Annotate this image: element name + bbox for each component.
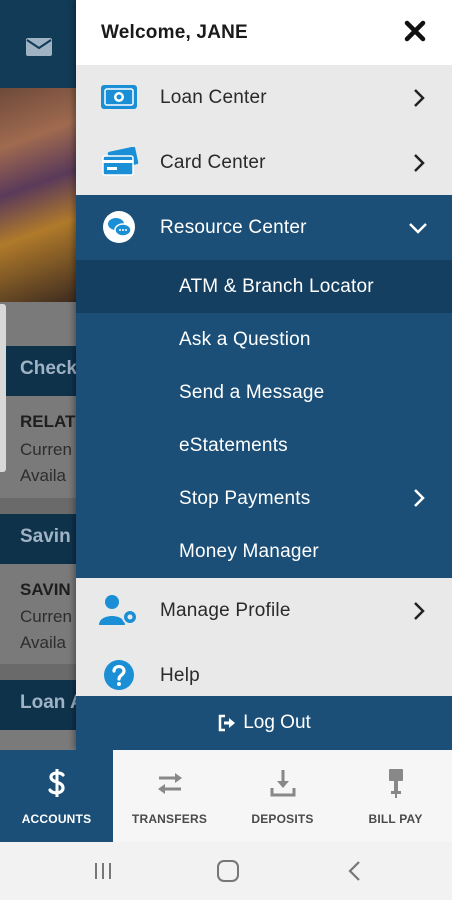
submenu-item-stop-payments[interactable]: Stop Payments	[76, 472, 452, 525]
logout-icon	[218, 714, 236, 732]
chevron-right-icon	[414, 154, 425, 172]
chevron-down-icon	[409, 223, 427, 234]
current-balance-label: Curren	[20, 440, 72, 459]
menu-item-label: Card Center	[160, 151, 266, 173]
mail-icon[interactable]	[26, 38, 52, 56]
chat-bubbles-icon	[98, 209, 140, 245]
menu-item-label: Manage Profile	[160, 599, 291, 621]
bill-stamp-icon	[385, 766, 407, 800]
hero-photo	[0, 88, 80, 302]
loan-section-header: Loan A	[0, 680, 80, 730]
tab-accounts[interactable]: ACCOUNTS	[0, 750, 113, 842]
submenu-item-label: Ask a Question	[179, 328, 311, 350]
logout-button[interactable]: Log Out	[76, 696, 452, 750]
system-nav-bar	[0, 842, 452, 900]
menu-item-label: Resource Center	[160, 216, 307, 238]
question-circle-icon	[98, 657, 140, 693]
menu-item-label: Loan Center	[160, 86, 267, 108]
drag-handle[interactable]	[0, 304, 6, 472]
current-balance-label: Curren	[20, 607, 72, 626]
home-icon[interactable]	[213, 858, 243, 884]
credit-card-icon	[98, 144, 140, 180]
submenu-item-label: ATM & Branch Locator	[179, 275, 374, 297]
menu-item-label: Help	[160, 664, 200, 686]
menu-item-resource-center[interactable]: Resource Center	[76, 195, 452, 260]
menu-item-loan-center[interactable]: Loan Center	[76, 65, 452, 130]
available-balance-label: Availa	[20, 466, 66, 485]
money-bill-icon	[98, 79, 140, 115]
resource-center-submenu: ATM & Branch Locator Ask a Question Send…	[76, 260, 452, 578]
tab-label: DEPOSITS	[251, 812, 314, 826]
bottom-tab-bar: ACCOUNTS TRANSFERS DEPOSITS BILL PAY	[0, 750, 452, 842]
download-tray-icon	[269, 766, 297, 800]
submenu-item-label: eStatements	[179, 434, 288, 456]
account-name: RELAT	[20, 412, 76, 431]
tab-deposits[interactable]: DEPOSITS	[226, 750, 339, 842]
user-gear-icon	[98, 592, 140, 628]
navigation-drawer: Welcome, JANE Loan Center Card Center Re…	[76, 0, 452, 750]
accounts-list: Check RELAT Curren Availa Savin SAVIN Cu…	[0, 302, 80, 750]
recent-apps-icon[interactable]	[88, 858, 118, 884]
back-icon[interactable]	[340, 858, 370, 884]
submenu-item-atm-branch-locator[interactable]: ATM & Branch Locator	[76, 260, 452, 313]
checking-section-header: Check	[0, 346, 80, 396]
tab-label: TRANSFERS	[131, 812, 208, 826]
submenu-item-label: Money Manager	[179, 540, 319, 562]
submenu-item-label: Stop Payments	[179, 487, 311, 509]
menu-item-manage-profile[interactable]: Manage Profile	[76, 578, 452, 643]
submenu-item-money-manager[interactable]: Money Manager	[76, 525, 452, 578]
submenu-item-label: Send a Message	[179, 381, 325, 403]
savings-section-header: Savin	[0, 514, 80, 564]
close-icon[interactable]	[404, 20, 426, 42]
submenu-item-ask-a-question[interactable]: Ask a Question	[76, 313, 452, 366]
tab-label: BILL PAY	[368, 812, 423, 826]
transfer-arrows-icon	[155, 766, 185, 800]
logout-label: Log Out	[243, 712, 311, 733]
drawer-header: Welcome, JANE	[76, 0, 452, 65]
account-name: SAVIN	[20, 580, 71, 599]
tab-transfers[interactable]: TRANSFERS	[113, 750, 226, 842]
chevron-right-icon	[414, 602, 425, 620]
menu-item-card-center[interactable]: Card Center	[76, 130, 452, 195]
available-balance-label: Availa	[20, 633, 66, 652]
tab-bill-pay[interactable]: BILL PAY	[339, 750, 452, 842]
dollar-icon	[46, 766, 68, 800]
chevron-right-icon	[414, 489, 425, 507]
welcome-text: Welcome, JANE	[101, 21, 248, 43]
chevron-right-icon	[414, 89, 425, 107]
submenu-item-send-a-message[interactable]: Send a Message	[76, 366, 452, 419]
tab-label: ACCOUNTS	[21, 812, 92, 826]
submenu-item-estatements[interactable]: eStatements	[76, 419, 452, 472]
